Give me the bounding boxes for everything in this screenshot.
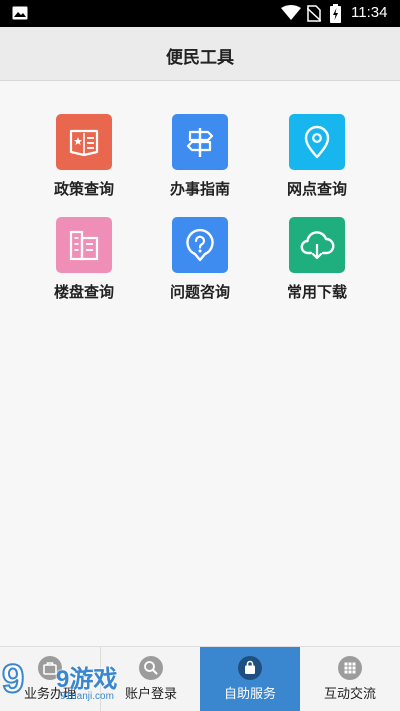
policy-book-icon — [56, 114, 112, 170]
no-sim-icon — [307, 5, 321, 22]
briefcase-icon — [38, 656, 62, 680]
status-bar: 11:34 — [0, 0, 400, 27]
tab-account-login[interactable]: 账户登录 — [101, 647, 201, 711]
tab-self-service[interactable]: 自助服务 — [200, 647, 300, 711]
clock: 11:34 — [351, 4, 388, 21]
grid-icon — [338, 656, 362, 680]
tab-label: 业务办理 — [23, 686, 76, 701]
app-header: 便民工具 — [0, 27, 400, 81]
tool-label: 政策查询 — [53, 181, 114, 198]
signpost-icon — [172, 114, 228, 170]
tool-common-download[interactable]: 常用下载 — [262, 217, 372, 309]
battery-charging-icon — [330, 4, 341, 23]
tab-label: 自助服务 — [223, 686, 276, 701]
bottom-tab-bar: 业务办理 账户登录 自助服务 互动交流 — [0, 646, 400, 711]
tool-label: 网点查询 — [286, 181, 347, 198]
tool-service-guide[interactable]: 办事指南 — [145, 114, 255, 206]
tool-property-query[interactable]: 楼盘查询 — [29, 217, 139, 309]
search-icon — [139, 656, 163, 680]
tool-label: 常用下载 — [286, 284, 347, 301]
building-icon — [56, 217, 112, 273]
page-title: 便民工具 — [166, 48, 234, 67]
tool-label: 办事指南 — [169, 181, 230, 198]
tool-policy-query[interactable]: 政策查询 — [29, 114, 139, 206]
tool-label: 问题咨询 — [169, 284, 230, 301]
bag-icon — [238, 656, 262, 680]
tab-label: 互动交流 — [323, 686, 376, 701]
wifi-icon — [281, 5, 301, 20]
image-icon — [12, 6, 28, 20]
location-pin-icon — [289, 114, 345, 170]
tool-label: 楼盘查询 — [53, 284, 114, 301]
question-bubble-icon — [172, 217, 228, 273]
tab-business[interactable]: 业务办理 — [0, 647, 100, 711]
tab-label: 账户登录 — [124, 686, 177, 701]
tool-question-consult[interactable]: 问题咨询 — [145, 217, 255, 309]
tab-interaction[interactable]: 互动交流 — [300, 647, 400, 711]
tool-branch-query[interactable]: 网点查询 — [262, 114, 372, 206]
cloud-download-icon — [289, 217, 345, 273]
